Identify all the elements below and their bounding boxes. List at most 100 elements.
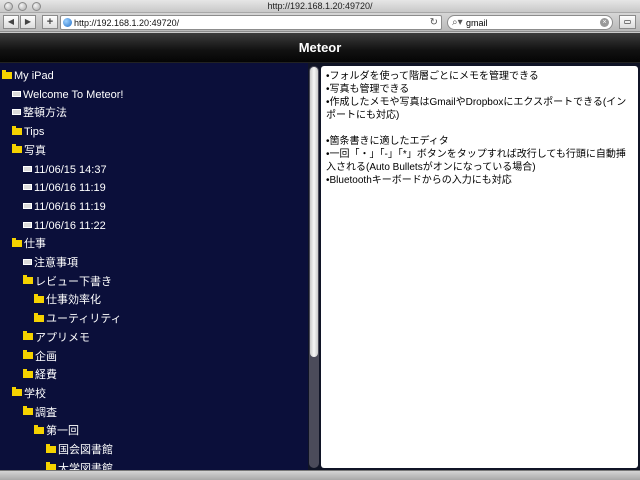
tree-note-item[interactable]: 11/06/16 11:22 [23, 217, 106, 235]
folder-icon [12, 144, 22, 154]
tree-item-label: 仕事 [24, 238, 46, 251]
scrollbar-thumb[interactable] [310, 67, 318, 357]
globe-icon [63, 18, 72, 27]
tree-note-item[interactable]: 11/06/16 11:19 [23, 198, 106, 216]
tree-folder-item[interactable]: 仕事効率化 [34, 291, 101, 309]
main-area: My iPad Welcome To Meteor! 整頓方法 Tips 写真 11/06… [0, 63, 640, 470]
tree-item-label: 調査 [35, 406, 57, 419]
memo-line: •写真も管理できる [326, 84, 410, 95]
tree-item-label: My iPad [14, 70, 54, 82]
tree-item-label: ユーティリティ [46, 313, 122, 326]
reload-icon[interactable]: ↻ [430, 16, 438, 29]
tree-folder-item[interactable]: 写真 [12, 142, 46, 160]
tree-item-label: 経費 [35, 369, 57, 382]
memo-line: •一回「・」「-」「*」ボタンをタップすれば改行しても行頭に自動挿入される(Au… [326, 149, 626, 173]
plus-icon: + [46, 16, 54, 28]
tree-item-label: 11/06/16 11:19 [34, 182, 106, 195]
tree-folder-item[interactable]: 経費 [23, 366, 57, 384]
search-field[interactable]: ⌕▾ gmail × [447, 15, 613, 30]
tree-item-label: レビュー下書き [35, 275, 112, 288]
tabs-icon: ▭ [623, 17, 632, 26]
folder-icon [23, 350, 33, 360]
tree-item-label: 写真 [24, 144, 46, 157]
search-input[interactable]: gmail [466, 17, 488, 29]
folder-icon [23, 275, 33, 285]
forward-button[interactable]: ▶ [20, 15, 36, 29]
note-icon [23, 259, 32, 266]
folder-icon [34, 424, 44, 434]
url-text[interactable]: http://192.168.1.20:49720/ [74, 17, 179, 29]
tree-note-item[interactable]: 注意事項 [23, 254, 78, 272]
address-bar[interactable]: http://192.168.1.20:49720/ ↻ [60, 15, 442, 30]
window-title: http://192.168.1.20:49720/ [267, 1, 373, 11]
tree-scrollbar[interactable] [309, 66, 319, 468]
tree-folder-item[interactable]: アプリメモ [23, 329, 90, 347]
note-icon [12, 90, 21, 97]
minimize-window-button[interactable] [18, 2, 27, 11]
tree-note-item[interactable]: 整頓方法 [12, 104, 67, 122]
tree-folder-item[interactable]: Tips [12, 123, 44, 141]
note-icon [12, 109, 21, 116]
tree-folder-item[interactable]: 国会図書館 [46, 441, 113, 459]
folder-icon [12, 237, 22, 247]
add-bookmark-button[interactable]: + [42, 15, 58, 29]
zoom-window-button[interactable] [32, 2, 41, 11]
tree-folder-item[interactable]: My iPad [2, 67, 54, 85]
memo-line: •Bluetoothキーボードからの入力にも対応 [326, 175, 512, 186]
clear-search-icon[interactable]: × [600, 18, 609, 27]
tabs-overview-button[interactable]: ▭ [619, 15, 636, 29]
folder-icon [12, 387, 22, 397]
tree-folder-item[interactable]: レビュー下書き [23, 273, 112, 291]
tree-item-label: アプリメモ [35, 331, 90, 344]
tree-folder-item[interactable]: 仕事 [12, 235, 46, 253]
memo-line: •フォルダを使って階層ごとにメモを管理できる [326, 71, 539, 82]
note-icon [23, 221, 32, 228]
note-icon [23, 184, 32, 191]
tree-item-label: 学校 [24, 387, 46, 400]
tree-item-label: Tips [24, 126, 45, 139]
tree-item-label: 企画 [35, 350, 57, 363]
tree-item-label: 国会図書館 [58, 444, 113, 456]
tree-item-label: Welcome To Meteor! [23, 88, 124, 101]
app-title: Meteor [298, 40, 342, 55]
folder-icon [23, 368, 33, 378]
tree-folder-item[interactable]: 学校 [12, 385, 46, 403]
folder-icon [12, 125, 22, 135]
window-title-bar: http://192.168.1.20:49720/ [0, 0, 640, 13]
status-bar [0, 470, 640, 480]
memo-line: •箇条書きに適したエディタ [326, 136, 449, 147]
memo-editor[interactable]: •フォルダを使って階層ごとにメモを管理できる •写真も管理できる •作成したメモや写… [321, 66, 638, 468]
folder-icon [23, 406, 33, 416]
tree-item-label: 11/06/16 11:19 [34, 200, 106, 213]
memo-line: •作成したメモや写真はGmailやDropboxにエクスポートできる(インポート… [326, 97, 627, 121]
tree-folder-item[interactable]: 大学図書館 [46, 460, 113, 470]
search-icon[interactable]: ⌕▾ [452, 17, 463, 29]
note-icon [23, 202, 32, 209]
folder-icon [34, 293, 44, 303]
tree-item-label: 注意事項 [34, 257, 78, 269]
tree-item-label: 11/06/16 11:22 [34, 219, 106, 232]
forward-icon: ▶ [24, 17, 32, 26]
tree-item-label: 第一回 [46, 425, 79, 438]
tree-folder-item[interactable]: 第一回 [34, 422, 79, 440]
close-window-button[interactable] [4, 2, 13, 11]
folder-icon [34, 312, 44, 322]
note-icon [23, 165, 32, 172]
tree-folder-item[interactable]: ユーティリティ [34, 310, 122, 328]
app-header: Meteor [0, 33, 640, 63]
back-icon: ◀ [7, 17, 15, 26]
tree-note-item[interactable]: 11/06/16 11:19 [23, 179, 106, 197]
tree-item-label: 大学図書館 [58, 462, 113, 470]
tree-item-label: 11/06/15 14:37 [34, 163, 107, 176]
tree-item-label: 整頓方法 [23, 107, 67, 120]
tree-note-item[interactable]: Welcome To Meteor! [12, 86, 123, 104]
folder-tree: My iPad Welcome To Meteor! 整頓方法 Tips 写真 11/06… [0, 63, 308, 470]
back-button[interactable]: ◀ [3, 15, 19, 29]
tree-note-item[interactable]: 11/06/15 14:37 [23, 161, 107, 179]
tree-folder-item[interactable]: 企画 [23, 348, 57, 366]
tree-folder-item[interactable]: 調査 [23, 404, 57, 422]
tree-item-label: 仕事効率化 [46, 294, 101, 307]
folder-icon [23, 331, 33, 341]
folder-icon [46, 443, 56, 453]
